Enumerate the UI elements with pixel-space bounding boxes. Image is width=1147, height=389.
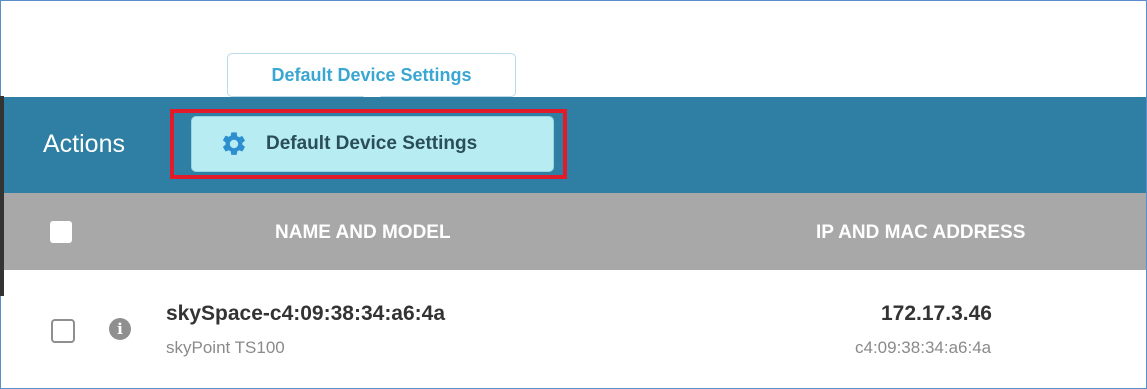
- actions-label: Actions: [43, 130, 125, 158]
- default-device-settings-label: Default Device Settings: [266, 133, 478, 154]
- device-name: skySpace-c4:09:38:34:a6:4a: [166, 302, 446, 325]
- tooltip: Default Device Settings: [227, 53, 516, 97]
- column-header-name-model[interactable]: NAME AND MODEL: [275, 222, 451, 244]
- info-icon[interactable]: i: [109, 318, 131, 340]
- default-device-settings-button[interactable]: Default Device Settings: [191, 116, 554, 172]
- tooltip-text: Default Device Settings: [271, 64, 472, 85]
- column-header-ip-mac[interactable]: IP AND MAC ADDRESS: [816, 222, 1025, 244]
- device-model: skyPoint TS100: [166, 338, 285, 357]
- device-ip: 172.17.3.46: [881, 302, 992, 325]
- gear-icon: [223, 132, 245, 155]
- device-mac: c4:09:38:34:a6:4a: [855, 338, 992, 357]
- select-all-checkbox[interactable]: [50, 221, 72, 243]
- row-checkbox[interactable]: [51, 319, 75, 343]
